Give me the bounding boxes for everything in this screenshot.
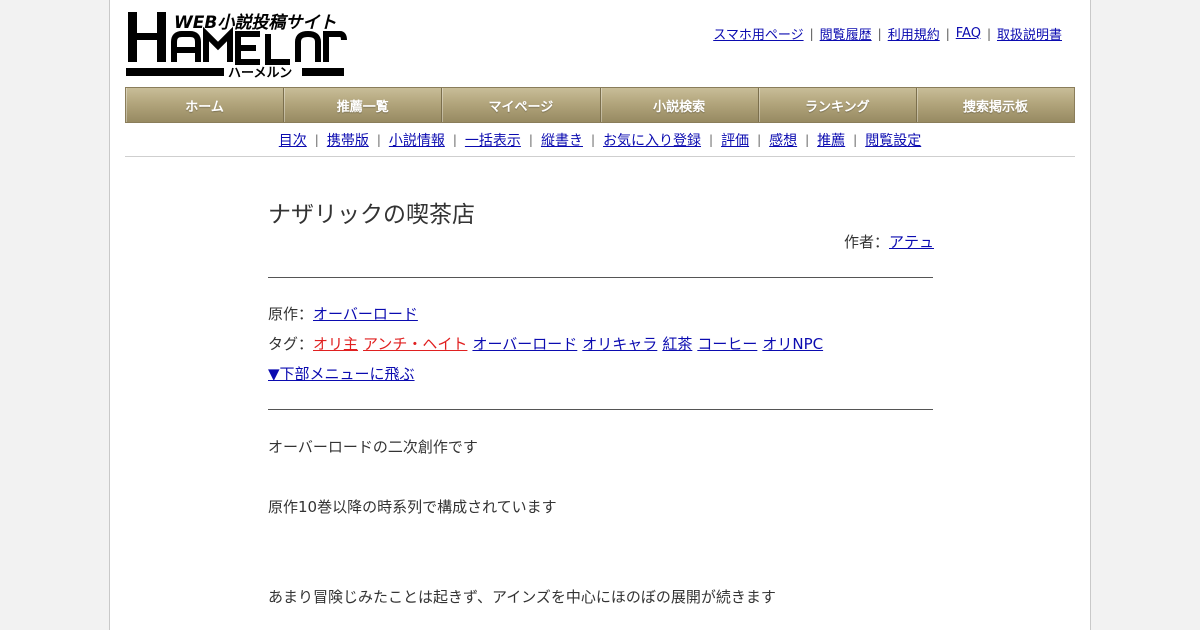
divider: [268, 409, 933, 410]
subnav-mobile[interactable]: 携帯版: [327, 130, 369, 150]
separator: |: [376, 133, 381, 147]
tag-link[interactable]: オーバーロード: [472, 335, 577, 353]
original-work-row: 原作：オーバーロード: [268, 303, 418, 324]
tags-row: タグ：オリ主 アンチ・ヘイト オーバーロード オリキャラ 紅茶 コーヒー オリNPC: [268, 333, 828, 354]
jump-row: ▼下部メニューに飛ぶ: [268, 363, 415, 384]
author-line: 作者：アテュ: [844, 231, 934, 252]
synopsis-line: 原作10巻以降の時系列で構成されています: [268, 498, 557, 516]
header-links: スマホ用ページ | 閲覧履歴 | 利用規約 | FAQ | 取扱説明書: [713, 24, 1062, 43]
faq-link[interactable]: FAQ: [956, 26, 981, 41]
page-container: WEB小説投稿サイト ハーメルン スマホ用ページ | 閲覧履歴 | 利用規約 |…: [109, 0, 1091, 630]
original-work-link[interactable]: オーバーロード: [313, 305, 418, 323]
subnav-recommend[interactable]: 推薦: [817, 130, 845, 150]
divider: [268, 277, 933, 278]
nav-mypage[interactable]: マイページ: [442, 88, 601, 122]
novel-title: ナザリックの喫茶店: [268, 202, 475, 228]
separator: |: [945, 26, 950, 41]
tag-link[interactable]: 紅茶: [662, 335, 692, 353]
separator: |: [452, 133, 457, 147]
nav-recommend-list[interactable]: 推薦一覧: [284, 88, 443, 122]
tags-label: タグ：: [268, 335, 314, 353]
separator: |: [809, 26, 814, 41]
main-nav: ホーム 推薦一覧 マイページ 小説検索 ランキング 捜索掲示板: [125, 87, 1075, 123]
hameln-logo-icon: WEB小説投稿サイト ハーメルン: [126, 12, 347, 81]
novel-sub-nav: 目次 | 携帯版 | 小説情報 | 一括表示 | 縦書き | お気に入り登録 |…: [125, 124, 1075, 157]
nav-search-board[interactable]: 捜索掲示板: [917, 88, 1074, 122]
original-label: 原作：: [268, 305, 314, 323]
svg-text:ハーメルン: ハーメルン: [228, 66, 292, 81]
separator: |: [528, 133, 533, 147]
separator: |: [757, 133, 762, 147]
synopsis-line: あまり冒険じみたことは起きず、アインズを中心にほのぼの展開が続きます: [268, 588, 776, 606]
separator: |: [877, 26, 882, 41]
tag-link[interactable]: オリ主: [313, 335, 358, 353]
subnav-bulk-view[interactable]: 一括表示: [465, 130, 521, 150]
tag-link[interactable]: オリキャラ: [582, 335, 657, 353]
subnav-rating[interactable]: 評価: [721, 130, 749, 150]
separator: |: [314, 133, 319, 147]
svg-text:WEB小説投稿サイト: WEB小説投稿サイト: [174, 13, 336, 33]
subnav-view-settings[interactable]: 閲覧設定: [865, 130, 921, 150]
author-link[interactable]: アテュ: [889, 233, 934, 251]
terms-link[interactable]: 利用規約: [888, 24, 940, 43]
separator: |: [853, 133, 858, 147]
subnav-impressions[interactable]: 感想: [769, 130, 797, 150]
synopsis-line: オーバーロードの二次創作です: [268, 438, 478, 456]
separator: |: [986, 26, 991, 41]
nav-novel-search[interactable]: 小説検索: [601, 88, 759, 122]
author-label: 作者：: [843, 233, 889, 251]
history-link[interactable]: 閲覧履歴: [820, 24, 872, 43]
tag-link[interactable]: オリNPC: [762, 335, 823, 353]
manual-link[interactable]: 取扱説明書: [997, 24, 1062, 43]
tag-link[interactable]: アンチ・ヘイト: [363, 335, 467, 353]
separator: |: [709, 133, 714, 147]
nav-ranking[interactable]: ランキング: [759, 88, 917, 122]
subnav-favorite[interactable]: お気に入り登録: [603, 130, 701, 150]
site-logo[interactable]: WEB小説投稿サイト ハーメルン: [126, 8, 348, 82]
jump-to-bottom-menu-link[interactable]: ▼下部メニューに飛ぶ: [268, 365, 415, 383]
smartphone-page-link[interactable]: スマホ用ページ: [713, 24, 803, 43]
subnav-toc[interactable]: 目次: [279, 130, 307, 150]
tag-link[interactable]: コーヒー: [697, 335, 757, 353]
nav-home[interactable]: ホーム: [126, 88, 285, 122]
separator: |: [590, 133, 596, 147]
separator: |: [805, 133, 810, 147]
subnav-novel-info[interactable]: 小説情報: [389, 130, 445, 150]
subnav-vertical[interactable]: 縦書き: [541, 130, 583, 150]
